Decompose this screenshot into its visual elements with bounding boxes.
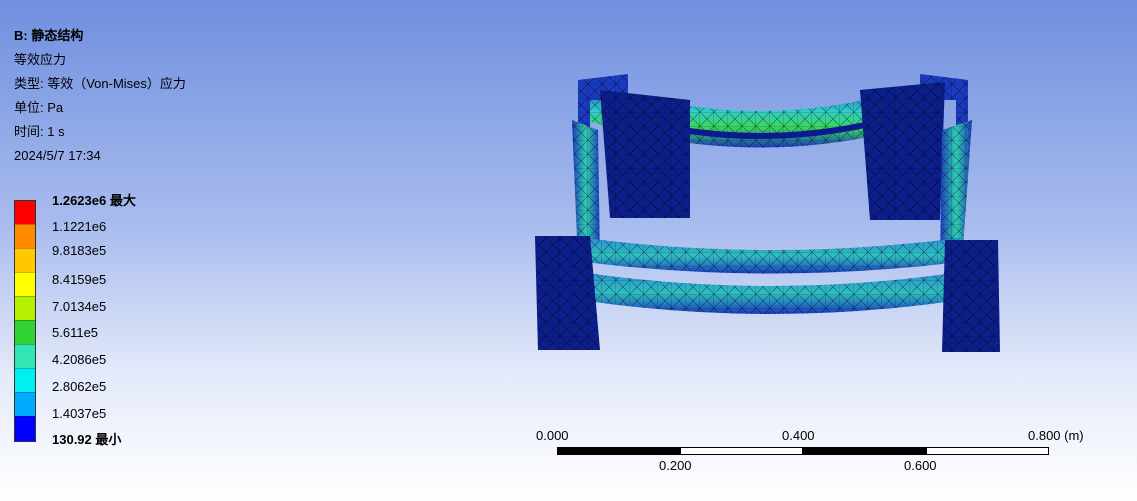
scale-segment <box>680 447 803 455</box>
scale-label: 0.000 <box>536 428 569 443</box>
scale-segment <box>926 447 1049 455</box>
right-support-block <box>942 240 1000 352</box>
scale-label: 0.400 <box>782 428 815 443</box>
scale-label: 0.200 <box>659 458 692 473</box>
scale-label: 0.600 <box>904 458 937 473</box>
right-hanging-block <box>860 82 945 220</box>
left-hanging-block <box>600 90 690 218</box>
scale-label: 0.800 (m) <box>1028 428 1084 443</box>
scale-bar: 0.000 0.400 0.800 (m) 0.200 0.600 <box>536 420 1110 480</box>
scale-segment <box>803 447 926 455</box>
lower-beam <box>580 272 960 314</box>
middle-beam <box>585 238 960 274</box>
scale-segment <box>557 447 680 455</box>
left-support-block <box>535 236 600 350</box>
